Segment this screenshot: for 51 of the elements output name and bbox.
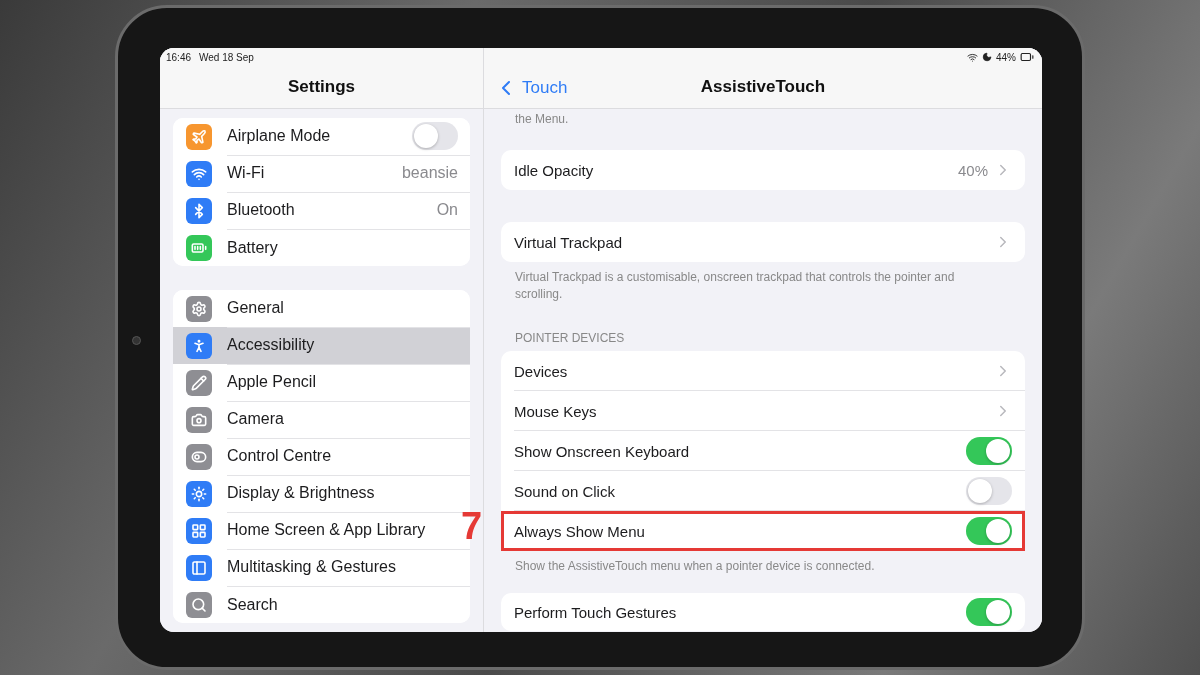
row-value: 40%: [957, 161, 988, 179]
row-label: Show Onscreen Keyboard: [514, 442, 691, 460]
toggle-switch[interactable]: [966, 598, 1012, 626]
item-label: Battery: [227, 238, 279, 257]
row-label: Sound on Click: [514, 482, 616, 500]
item-label: Camera: [227, 410, 285, 428]
battery-icon: [1020, 50, 1034, 64]
settings-row[interactable]: Sound on Click: [501, 471, 1025, 511]
settings-row[interactable]: Devices: [501, 351, 1025, 391]
item-label: Apple Pencil: [227, 373, 317, 391]
toggle-switch[interactable]: [966, 517, 1012, 545]
item-label: Home Screen & App Library: [227, 521, 427, 539]
footer-note: Show the AssistiveTouch menu when a pointer device is connected.: [514, 558, 876, 575]
section-header: POINTER DEVICES: [514, 331, 626, 347]
item-label: Wi-Fi: [227, 164, 266, 182]
item-label: Bluetooth: [227, 201, 296, 219]
settings-row[interactable]: Show Onscreen Keyboard: [501, 431, 1025, 471]
settings-row[interactable]: Perform Touch Gestures: [501, 593, 1025, 631]
item-label: Control Centre: [227, 447, 333, 465]
camera-lens-icon: [132, 336, 141, 345]
row-label: Idle Opacity: [514, 161, 595, 179]
item-label: Search: [227, 595, 279, 614]
row-label: Mouse Keys: [514, 402, 598, 420]
footer-note: Virtual Trackpad is a customisable, onscreen trackpad that controls the pointer and scrolling.: [514, 269, 956, 303]
toggle-switch[interactable]: [412, 122, 458, 150]
back-link[interactable]: Touch: [494, 76, 568, 100]
item-label: Accessibility: [227, 336, 316, 354]
settings-row[interactable]: Mouse Keys: [501, 391, 1025, 431]
item-value: beansie: [401, 164, 458, 182]
settings-row[interactable]: Virtual Trackpad: [501, 222, 1025, 262]
item-value: On: [436, 201, 458, 219]
moon-icon: [982, 52, 992, 62]
status-date: Wed 18 Sep: [199, 51, 254, 63]
row-label: Devices: [514, 362, 569, 380]
settings-row[interactable]: Idle Opacity 40%: [501, 150, 1025, 190]
sidebar-item[interactable]: Accessibility: [173, 327, 470, 364]
status-time: 16:46: [166, 51, 192, 63]
row-label: Always Show Menu: [514, 522, 646, 540]
wifi-icon: [967, 51, 978, 63]
page-title: AssistiveTouch: [700, 77, 826, 97]
item-label: General: [227, 299, 285, 317]
sidebar-title: Settings: [287, 77, 356, 97]
item-label: Multitasking & Gestures: [227, 558, 397, 576]
toggle-switch[interactable]: [966, 437, 1012, 465]
item-label: Airplane Mode: [227, 127, 332, 145]
toggle-switch[interactable]: [966, 477, 1012, 505]
row-label: Perform Touch Gestures: [514, 603, 678, 621]
note-text: the Menu.: [514, 111, 570, 128]
battery-percent: 44%: [996, 51, 1016, 63]
row-label: Virtual Trackpad: [514, 233, 624, 251]
item-label: Display & Brightness: [227, 484, 376, 502]
